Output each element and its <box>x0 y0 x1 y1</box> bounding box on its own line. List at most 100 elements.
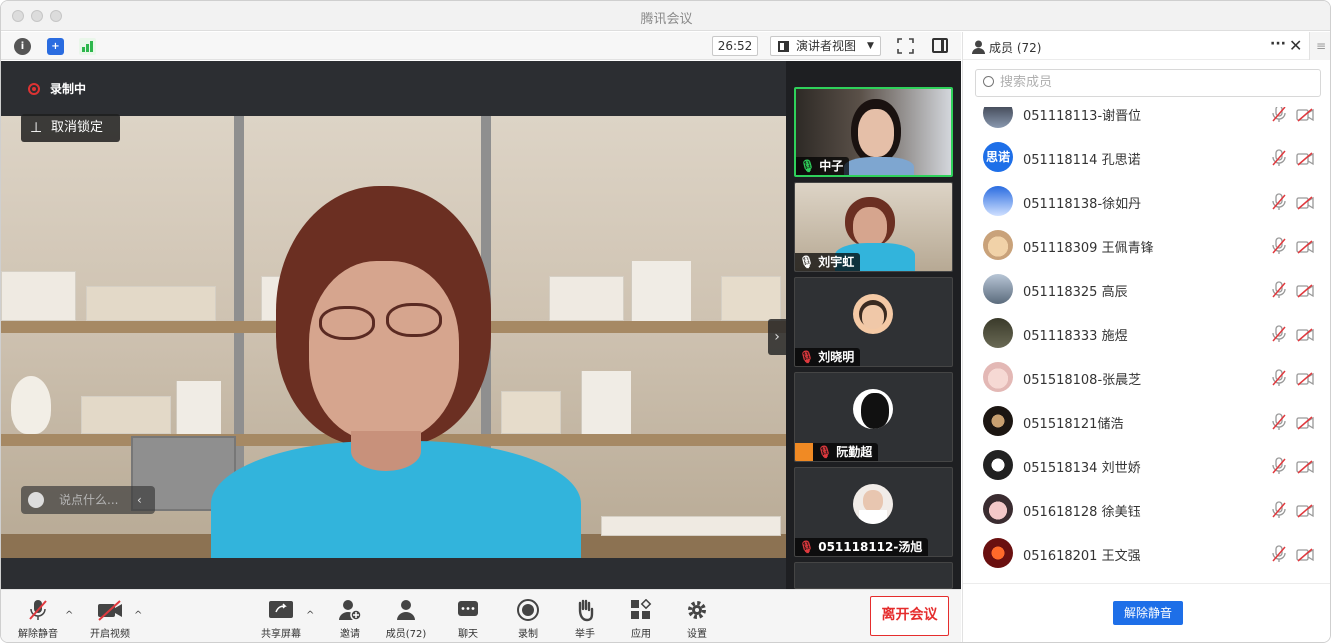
members-button[interactable]: 成员(72) <box>376 598 436 640</box>
title-bar: 腾讯会议 <box>1 1 1330 31</box>
info-icon[interactable]: i <box>14 38 31 55</box>
share-options-chevron-icon[interactable]: ^ <box>306 610 314 621</box>
camera-off-icon[interactable] <box>1296 327 1314 342</box>
chevron-left-icon[interactable]: ‹ <box>137 486 142 514</box>
member-row[interactable]: 051518121储浩 <box>963 400 1330 444</box>
video-tile[interactable]: 🎙 刘晓明 <box>794 277 953 367</box>
emoji-icon[interactable] <box>28 492 44 508</box>
member-row[interactable]: 051118333 施煜 <box>963 312 1330 356</box>
tile-name: 🎙 刘晓明 <box>795 348 861 366</box>
more-options-icon[interactable]: ··· <box>1270 36 1286 52</box>
gear-icon <box>688 601 706 619</box>
toggle-strip-button[interactable]: › <box>768 319 786 355</box>
avatar <box>983 538 1013 568</box>
settings-button[interactable]: 设置 <box>667 598 727 640</box>
menu-icon[interactable]: ≡ <box>1309 32 1330 60</box>
mic-muted-icon[interactable] <box>1271 501 1287 519</box>
chat-button[interactable]: 聊天 <box>438 598 498 640</box>
search-members-input[interactable]: 搜索成员 <box>975 69 1321 97</box>
record-button[interactable]: 录制 <box>498 598 558 640</box>
video-tile[interactable]: 🎙 051118112-汤旭 <box>794 467 953 557</box>
raise-hand-label: 举手 <box>575 629 595 640</box>
member-row[interactable]: 051118309 王佩青锋 <box>963 224 1330 268</box>
camera-off-icon[interactable] <box>1296 503 1314 518</box>
members-panel-header: 成员 (72) ··· ✕ <box>963 32 1330 60</box>
member-row[interactable]: 051618201 王文强 <box>963 532 1330 576</box>
side-panel-toggle-icon[interactable] <box>932 38 948 53</box>
member-row[interactable]: 思诺 051118114 孔思诺 <box>963 136 1330 180</box>
mic-muted-icon[interactable] <box>1271 237 1287 255</box>
member-name: 051118113-谢晋位 <box>1023 109 1142 124</box>
video-options-chevron-icon[interactable]: ^ <box>134 610 142 621</box>
camera-off-icon[interactable] <box>1296 283 1314 298</box>
mic-muted-icon: 🎙 <box>817 445 833 459</box>
members-icon <box>397 600 415 620</box>
security-shield-icon[interactable]: + <box>47 38 64 55</box>
avatar <box>983 186 1013 216</box>
avatar <box>983 450 1013 480</box>
member-name: 051118333 施煜 <box>1023 329 1128 344</box>
member-row[interactable]: 051118113-谢晋位 <box>963 107 1330 136</box>
raise-hand-button[interactable]: 举手 <box>555 598 615 640</box>
avatar <box>853 389 893 429</box>
camera-off-icon[interactable] <box>1296 459 1314 474</box>
mic-muted-icon[interactable] <box>1271 369 1287 387</box>
participant-strip: 🎙 中子 🎙 刘宇虹 🎙 刘晓明 🎙 阮勤超 🎙 051118112-汤旭 <box>786 61 961 589</box>
member-row[interactable]: 051118325 高辰 <box>963 268 1330 312</box>
member-name: 051118138-徐如丹 <box>1023 197 1142 212</box>
video-tile[interactable]: 🎙 阮勤超 <box>794 372 953 462</box>
apps-icon <box>631 599 652 619</box>
unmute-button[interactable]: 解除静音 <box>8 598 68 640</box>
mic-muted-icon[interactable] <box>1271 107 1287 123</box>
top-toolbar: i + 26:52 演讲者视图 ▼ <box>1 32 961 60</box>
avatar <box>853 484 893 524</box>
recording-label: 录制中 <box>50 82 87 96</box>
mic-muted-icon[interactable] <box>1271 545 1287 563</box>
members-list: 051118113-谢晋位思诺 051118114 孔思诺 051118138-徐如… <box>963 107 1330 581</box>
mic-muted-icon[interactable] <box>1271 413 1287 431</box>
camera-off-icon[interactable] <box>1296 107 1314 122</box>
chevron-down-icon: ▼ <box>867 41 874 51</box>
mic-muted-icon[interactable] <box>1271 193 1287 211</box>
mic-muted-icon[interactable] <box>1271 457 1287 475</box>
avatar <box>983 406 1013 436</box>
leave-meeting-button[interactable]: 离开会议 <box>870 596 949 636</box>
invite-label: 邀请 <box>340 629 360 640</box>
recording-indicator: 录制中 <box>28 80 86 97</box>
start-video-button[interactable]: 开启视频 <box>80 598 140 640</box>
avatar <box>983 230 1013 260</box>
mic-muted-icon[interactable] <box>1271 325 1287 343</box>
invite-button[interactable]: 邀请 <box>320 598 380 640</box>
apps-button[interactable]: 应用 <box>611 598 671 640</box>
signal-strength-icon[interactable] <box>79 38 96 55</box>
quick-chat-input[interactable]: 说点什么... ‹ <box>21 486 155 514</box>
mic-muted-icon[interactable] <box>1271 281 1287 299</box>
camera-off-icon[interactable] <box>1296 371 1314 386</box>
camera-off-icon[interactable] <box>1296 151 1314 166</box>
member-row[interactable]: 051518108-张晨芝 <box>963 356 1330 400</box>
unmute-all-button[interactable]: 解除静音 <box>1113 601 1183 625</box>
mic-muted-icon[interactable] <box>1271 149 1287 167</box>
member-row[interactable]: 051118138-徐如丹 <box>963 180 1330 224</box>
video-tile[interactable]: 🎙 刘宇虹 <box>794 182 953 272</box>
members-label: 成员(72) <box>385 629 427 640</box>
video-tile[interactable]: 🎙 中子 <box>794 87 953 177</box>
chat-label: 聊天 <box>458 629 478 640</box>
fullscreen-icon[interactable] <box>897 38 914 54</box>
camera-off-icon[interactable] <box>1296 415 1314 430</box>
close-icon[interactable]: ✕ <box>1289 36 1302 55</box>
camera-off-icon[interactable] <box>1296 547 1314 562</box>
view-mode-label: 演讲者视图 <box>796 39 857 53</box>
member-row[interactable]: 051518134 刘世娇 <box>963 444 1330 488</box>
unpin-button[interactable]: ⊥ 取消锁定 <box>21 114 120 142</box>
pin-icon: ⊥ <box>30 120 43 136</box>
window-title: 腾讯会议 <box>640 12 693 27</box>
camera-off-icon[interactable] <box>1296 195 1314 210</box>
share-screen-button[interactable]: 共享屏幕 <box>251 598 311 640</box>
view-mode-select[interactable]: 演讲者视图 ▼ <box>770 36 881 56</box>
camera-off-icon[interactable] <box>1296 239 1314 254</box>
video-tile[interactable] <box>794 562 953 589</box>
chat-placeholder: 说点什么... <box>59 493 119 507</box>
audio-options-chevron-icon[interactable]: ^ <box>65 610 73 621</box>
member-row[interactable]: 051618128 徐美钰 <box>963 488 1330 532</box>
